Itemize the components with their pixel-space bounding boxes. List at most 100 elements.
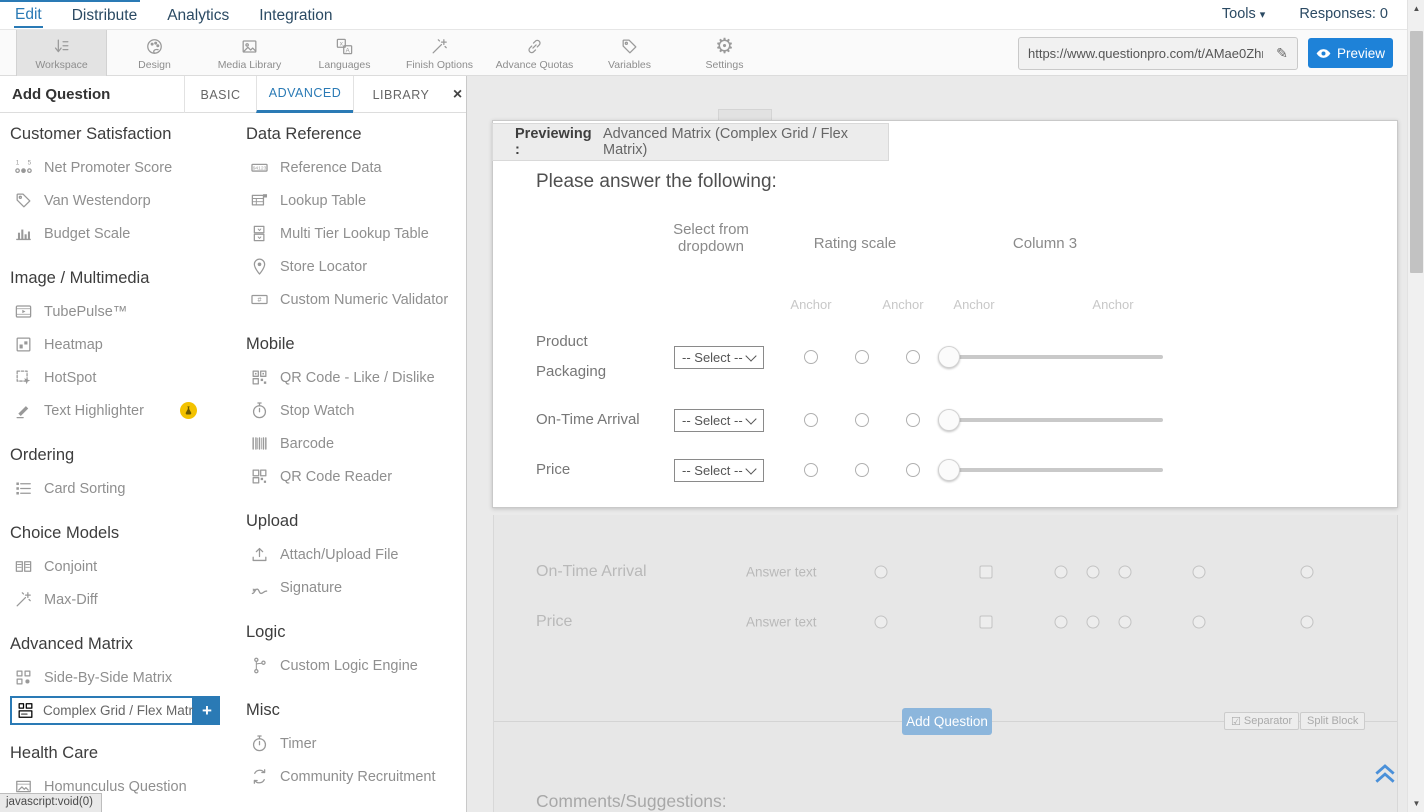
add-question-plus-button[interactable]: + [194, 696, 220, 725]
edit-url-pencil-icon[interactable]: ✎ [1267, 38, 1297, 69]
highlighter-icon [12, 401, 34, 420]
rating-radio[interactable] [906, 413, 920, 427]
toolbar-item-advance-quotas[interactable]: Advance Quotas [487, 30, 582, 76]
disabled-radio [1119, 566, 1132, 579]
toolbar-item-variables[interactable]: Variables [582, 30, 677, 76]
disabled-radio [1193, 566, 1206, 579]
panel-item-tubepulse[interactable]: TubePulse™ [10, 295, 238, 328]
panel-item-store-locator[interactable]: Store Locator [246, 250, 464, 283]
toolbar-item-label: Advance Quotas [496, 59, 574, 71]
toolbar-item-design[interactable]: Design [107, 30, 202, 76]
logic-branch-icon [248, 656, 270, 675]
nav-item-integration[interactable]: Integration [258, 3, 333, 27]
scroll-down-arrow-icon[interactable]: ▼ [1408, 795, 1424, 812]
previewing-header: Previewing :Advanced Matrix (Complex Gri… [492, 123, 889, 161]
panel-item-complex-grid-flex-matrix[interactable]: Complex Grid / Flex Matrix [10, 696, 194, 725]
toolbar-item-languages[interactable]: xALanguages [297, 30, 392, 76]
editor-row-label: Price [536, 613, 572, 631]
separator-toggle[interactable]: ☑ Separator [1224, 712, 1299, 730]
svg-text:94123: 94123 [252, 166, 266, 172]
tools-menu[interactable]: Tools ▾ [1222, 6, 1265, 22]
wand-icon [430, 35, 449, 57]
toolbar-item-workspace[interactable]: Workspace [16, 30, 107, 76]
panel-item-budget-scale[interactable]: Budget Scale [10, 217, 238, 250]
select-dropdown[interactable]: -- Select -- [674, 346, 764, 369]
panel-item-signature[interactable]: Signature [246, 571, 464, 604]
panel-item-community-recruitment[interactable]: Community Recruitment [246, 760, 464, 793]
responses-count[interactable]: Responses: 0 [1299, 6, 1388, 22]
rating-radio[interactable] [855, 463, 869, 477]
nav-item-analytics[interactable]: Analytics [166, 3, 230, 27]
split-block-button[interactable]: Split Block [1300, 712, 1365, 730]
nps-icon: 15 [12, 158, 34, 177]
select-dropdown[interactable]: -- Select -- [674, 409, 764, 432]
chevron-down-icon [745, 413, 756, 424]
add-question-button[interactable]: Add Question [902, 708, 992, 735]
panel-title: Add Question [12, 76, 110, 113]
panel-item-label: Reference Data [280, 160, 382, 176]
rating-radio[interactable] [804, 350, 818, 364]
tab-basic[interactable]: BASIC [184, 76, 256, 113]
toolbar-item-settings[interactable]: ⚙Settings [677, 30, 772, 76]
panel-item-side-by-side-matrix[interactable]: Side-By-Side Matrix [10, 661, 238, 694]
panel-item-reference-data[interactable]: 94123 Reference Data [246, 151, 464, 184]
rating-radio[interactable] [804, 463, 818, 477]
signature-icon [248, 578, 270, 597]
tab-library[interactable]: LIBRARY [353, 76, 448, 113]
nav-item-edit[interactable]: Edit [14, 2, 43, 28]
panel-item-net-promoter-score[interactable]: 15Net Promoter Score [10, 151, 238, 184]
slider-handle[interactable] [938, 346, 960, 368]
scroll-to-top-icon[interactable] [1372, 760, 1398, 786]
close-icon[interactable]: × [448, 76, 467, 113]
panel-item-heatmap[interactable]: Heatmap [10, 328, 238, 361]
barcode-icon [248, 434, 270, 453]
slider-handle[interactable] [938, 409, 960, 431]
panel-item-lookup-table[interactable]: Lookup Table [246, 184, 464, 217]
link-status-bar: javascript:void(0) [0, 793, 102, 812]
panel-item-custom-logic-engine[interactable]: Custom Logic Engine [246, 649, 464, 682]
rating-radio[interactable] [804, 413, 818, 427]
panel-item-card-sorting[interactable]: Card Sorting [10, 472, 238, 505]
panel-item-label: Lookup Table [280, 193, 366, 209]
panel-item-hotspot[interactable]: HotSpot [10, 361, 238, 394]
panel-item-van-westendorp[interactable]: Van Westendorp [10, 184, 238, 217]
tab-advanced[interactable]: ADVANCED [256, 76, 353, 113]
scrollbar-thumb[interactable] [1410, 31, 1423, 273]
section-title-ordering: Ordering [10, 446, 238, 465]
panel-item-qr-code-like-dislike[interactable]: QR Code - Like / Dislike [246, 361, 464, 394]
panel-item-timer[interactable]: Timer [246, 727, 464, 760]
panel-item-label: Multi Tier Lookup Table [280, 226, 429, 242]
qr-reader-icon [248, 467, 270, 486]
slider-handle[interactable] [938, 459, 960, 481]
anchor-label: Anchor [882, 297, 923, 312]
panel-item-label: Conjoint [44, 559, 97, 575]
panel-item-multi-tier-lookup-table[interactable]: Multi Tier Lookup Table [246, 217, 464, 250]
panel-item-max-diff[interactable]: Max-Diff [10, 583, 238, 616]
preview-button[interactable]: Preview [1308, 38, 1393, 68]
panel-item-label: Complex Grid / Flex Matrix [43, 703, 203, 718]
rating-radio[interactable] [906, 350, 920, 364]
panel-item-conjoint[interactable]: Conjoint [10, 550, 238, 583]
panel-item-custom-numeric-validator[interactable]: #Custom Numeric Validator [246, 283, 464, 316]
panel-item-label: Card Sorting [44, 481, 125, 497]
top-navigation: Edit Distribute Analytics Integration Tools… [0, 0, 1424, 30]
nav-item-distribute[interactable]: Distribute [71, 3, 138, 27]
panel-item-barcode[interactable]: Barcode [246, 427, 464, 460]
panel-item-label: Custom Numeric Validator [280, 292, 448, 308]
rating-radio[interactable] [855, 413, 869, 427]
page-scrollbar[interactable]: ▲ ▼ [1407, 0, 1424, 812]
panel-item-stop-watch[interactable]: Stop Watch [246, 394, 464, 427]
survey-url-input[interactable] [1019, 46, 1267, 61]
rating-radio[interactable] [855, 350, 869, 364]
column-header-dropdown: Select from dropdown [663, 221, 759, 255]
panel-item-attach-upload-file[interactable]: Attach/Upload File [246, 538, 464, 571]
toolbar-item-finish-options[interactable]: Finish Options [392, 30, 487, 76]
svg-text:1: 1 [15, 159, 19, 166]
toolbar-item-media-library[interactable]: Media Library [202, 30, 297, 76]
rating-radio[interactable] [906, 463, 920, 477]
scroll-up-arrow-icon[interactable]: ▲ [1408, 0, 1424, 17]
panel-item-text-highlighter[interactable]: Text Highlighter [10, 394, 238, 427]
panel-item-qr-code-reader[interactable]: QR Code Reader [246, 460, 464, 493]
select-dropdown[interactable]: -- Select -- [674, 459, 764, 482]
palette-icon [145, 35, 164, 57]
